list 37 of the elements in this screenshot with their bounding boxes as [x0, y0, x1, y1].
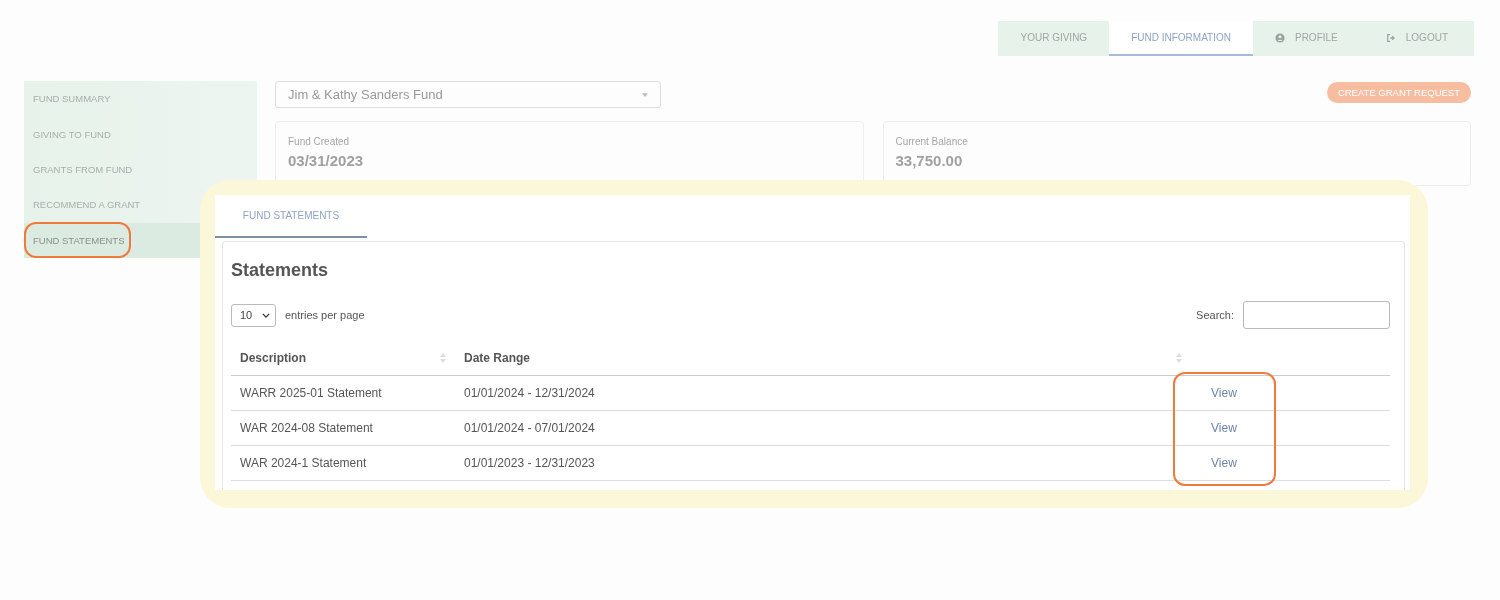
card-value: 03/31/2023	[288, 152, 365, 169]
user-icon	[1274, 32, 1285, 43]
table-cell: 01/01/2024 - 07/01/2024	[464, 421, 595, 435]
table-cell: WAR 2024-1 Statement	[240, 456, 367, 470]
page-size-label: entries per page	[285, 309, 365, 321]
create-grant-button[interactable]: CREATE GRANT REQUEST	[1326, 82, 1471, 103]
view-link[interactable]: View	[1211, 456, 1237, 470]
column-header[interactable]: Description	[240, 350, 306, 365]
caret-icon	[642, 92, 648, 97]
nav-tab[interactable]: FUND INFORMATION	[1109, 21, 1253, 56]
sort-icon[interactable]	[1176, 352, 1182, 363]
view-link[interactable]: View	[1211, 421, 1237, 435]
fund-dropdown[interactable]: Jim & Kathy Sanders Fund	[275, 81, 661, 108]
card-label: Fund Created	[288, 136, 351, 147]
nav-tab[interactable]: LOGOUT	[1363, 21, 1474, 56]
statements-tab[interactable]: FUND STATEMENTS	[215, 195, 367, 238]
nav-tab[interactable]: YOUR GIVING	[998, 21, 1110, 56]
sidebar-item[interactable]: FUND STATEMENTS	[24, 222, 200, 258]
table-cell: 01/01/2023 - 12/31/2023	[464, 456, 595, 470]
table-cell: 01/01/2024 - 12/31/2024	[464, 386, 595, 400]
sidebar-item[interactable]: GRANTS FROM FUND	[24, 151, 200, 188]
section-heading: Statements	[231, 260, 330, 281]
logout-icon	[1385, 32, 1396, 43]
search-label: Search:	[1196, 309, 1234, 321]
card-label: Current Balance	[895, 136, 969, 147]
sort-icon[interactable]	[440, 352, 446, 363]
card-value: 33,750.00	[895, 152, 964, 169]
table-cell: WAR 2024-08 Statement	[240, 421, 373, 435]
chevron-icon	[262, 312, 270, 318]
nav-tab[interactable]: PROFILE	[1252, 21, 1364, 56]
column-header[interactable]: Date Range	[464, 350, 531, 365]
sidebar-item[interactable]: GIVING TO FUND	[24, 116, 200, 152]
view-link[interactable]: View	[1211, 386, 1237, 400]
search-field[interactable]	[1243, 301, 1390, 329]
page-size-dropdown[interactable]: 10	[231, 303, 276, 327]
table-cell: WARR 2025-01 Statement	[240, 386, 382, 400]
sidebar-item[interactable]: FUND SUMMARY	[24, 81, 200, 117]
